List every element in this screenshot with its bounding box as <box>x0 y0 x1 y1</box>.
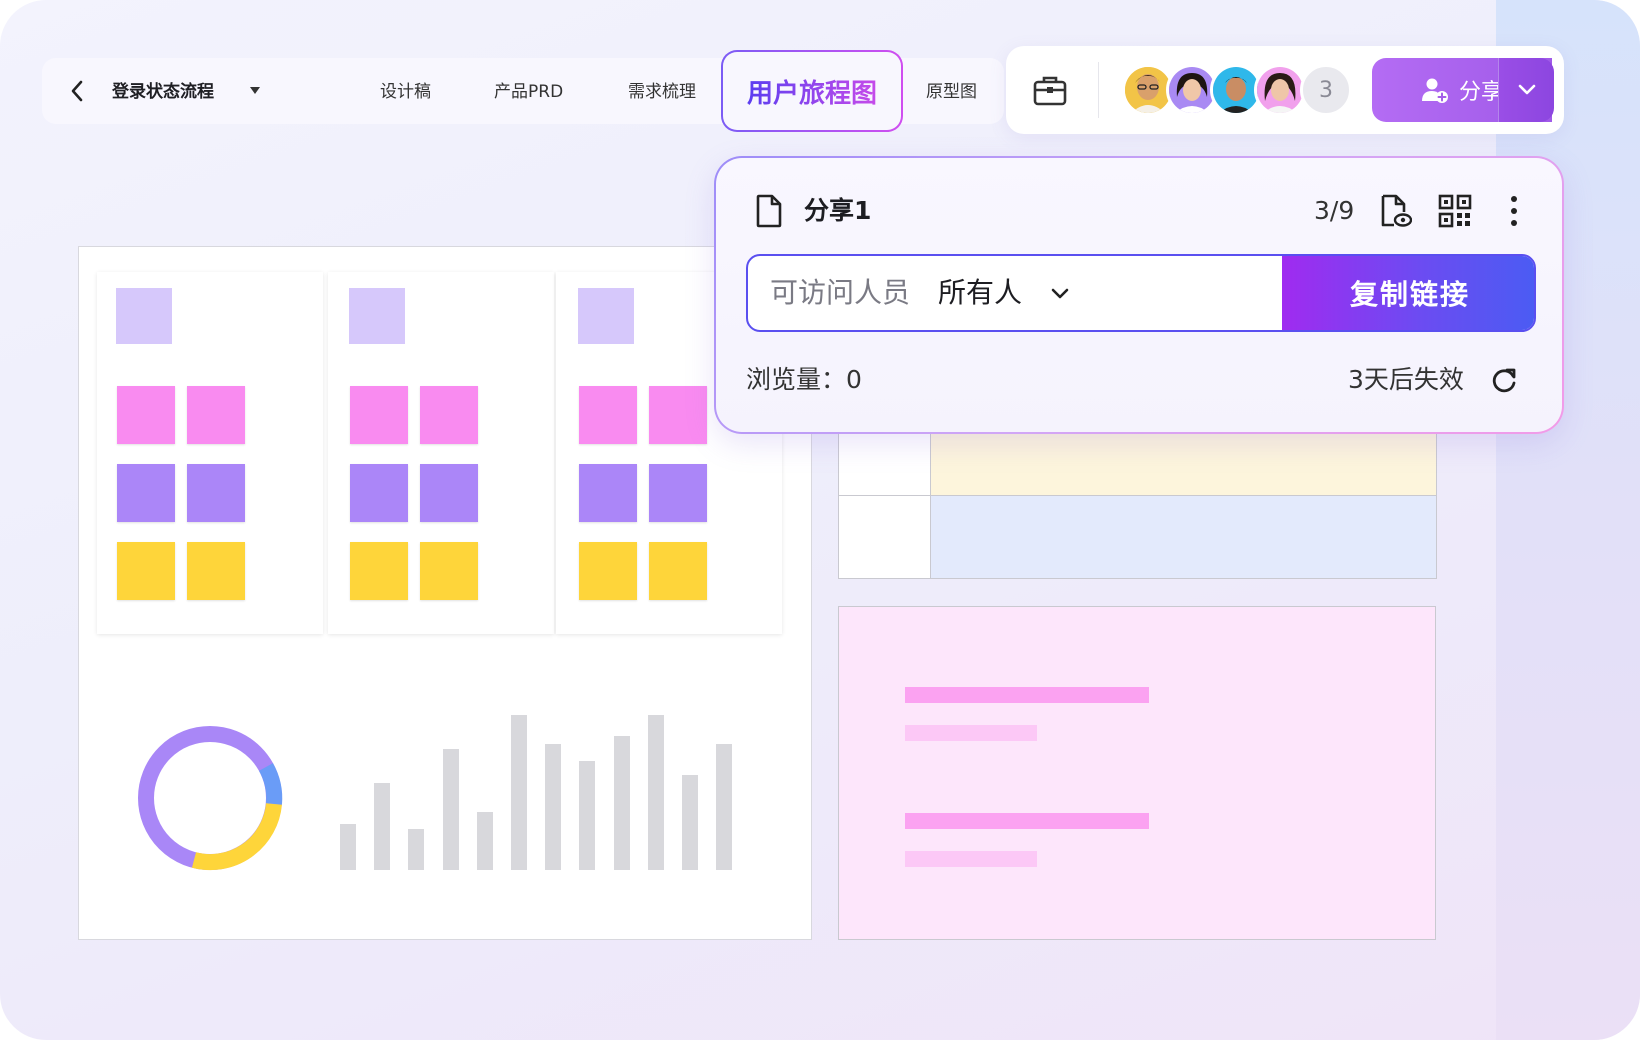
sticky-note[interactable] <box>117 542 175 600</box>
chevron-down-icon <box>1518 84 1535 95</box>
donut-segment-blue <box>258 763 283 805</box>
sticky-note[interactable] <box>350 386 408 444</box>
toolbar-divider <box>1098 62 1099 118</box>
sticky-note[interactable] <box>349 288 405 344</box>
sticky-note[interactable] <box>350 542 408 600</box>
tab-prd[interactable]: 产品PRD <box>494 78 563 106</box>
sticky-note[interactable] <box>649 464 707 522</box>
share-count: 3/9 <box>1314 196 1355 225</box>
bar <box>340 824 356 870</box>
share-title[interactable]: 分享1 <box>804 194 871 228</box>
text-line-placeholder <box>905 851 1037 867</box>
bar <box>579 761 595 870</box>
copy-link-button[interactable]: 复制链接 <box>1282 256 1534 330</box>
bar <box>443 749 459 870</box>
share-button-label: 分享 <box>1458 80 1503 105</box>
tab-design[interactable]: 设计稿 <box>380 78 431 106</box>
avatar[interactable] <box>1254 64 1306 116</box>
sticky-note[interactable] <box>350 464 408 522</box>
sticky-note[interactable] <box>420 386 478 444</box>
view-count: 浏览量：0 <box>746 365 862 394</box>
bar <box>716 744 732 870</box>
chevron-left-icon <box>71 80 83 102</box>
sticky-note[interactable] <box>187 542 245 600</box>
text-line-placeholder <box>905 725 1037 741</box>
sticky-note[interactable] <box>649 386 707 444</box>
bar <box>614 736 630 870</box>
donut-segment-yellow <box>191 802 282 871</box>
sticky-note[interactable] <box>116 288 172 344</box>
share-options-dropdown[interactable] <box>1498 58 1554 122</box>
access-label: 可访问人员 <box>770 276 911 309</box>
sticky-note[interactable] <box>579 464 637 522</box>
sticky-note[interactable] <box>187 386 245 444</box>
table-shape[interactable] <box>838 410 1437 579</box>
document-icon <box>756 194 782 228</box>
add-user-icon <box>1421 78 1448 103</box>
chevron-down-icon[interactable] <box>1048 282 1072 306</box>
caret-down-icon[interactable] <box>250 87 260 94</box>
sticky-note[interactable] <box>187 464 245 522</box>
expire-text: 3天后失效 <box>1348 365 1464 394</box>
bar-chart-shape[interactable] <box>330 700 740 870</box>
sticky-note[interactable] <box>579 386 637 444</box>
refresh-icon[interactable] <box>1490 366 1518 394</box>
bar <box>648 715 664 870</box>
bar <box>374 783 390 870</box>
tab-prototype[interactable]: 原型图 <box>926 78 977 106</box>
share-popup: 分享1 3/9 可访问人员 所有人 复制链接 浏览量：0 3天后失效 <box>714 156 1564 434</box>
bar <box>477 812 493 870</box>
bar <box>545 744 561 870</box>
access-value-select[interactable]: 所有人 <box>938 256 1022 330</box>
bar <box>511 715 527 870</box>
briefcase-icon[interactable] <box>1032 72 1068 108</box>
table-cell <box>930 495 1437 579</box>
sticky-note[interactable] <box>649 542 707 600</box>
preview-document-icon[interactable] <box>1378 194 1412 228</box>
sticky-note[interactable] <box>420 542 478 600</box>
donut-chart-shape[interactable] <box>134 722 286 874</box>
document-title[interactable]: 登录状态流程 <box>112 78 214 106</box>
sticky-note[interactable] <box>579 542 637 600</box>
sticky-note[interactable] <box>420 464 478 522</box>
more-collaborators-count[interactable]: 3 <box>1300 64 1352 116</box>
text-card-shape[interactable] <box>838 606 1436 940</box>
table-cell <box>838 495 931 579</box>
app-frame: 登录状态流程 设计稿 产品PRD 需求梳理 用户旅程图 原型图 3 分享 分享1… <box>0 0 1640 1040</box>
tab-user-journey-label: 用户旅程图 <box>747 73 877 110</box>
text-line-placeholder <box>905 687 1149 703</box>
text-line-placeholder <box>905 813 1149 829</box>
back-button[interactable] <box>66 76 88 106</box>
tab-requirements[interactable]: 需求梳理 <box>628 78 696 106</box>
bar <box>408 829 424 870</box>
bar <box>682 775 698 870</box>
sticky-note[interactable] <box>117 386 175 444</box>
qr-code-icon[interactable] <box>1438 194 1472 228</box>
sticky-note[interactable] <box>578 288 634 344</box>
tab-user-journey[interactable]: 用户旅程图 <box>721 50 903 132</box>
more-vertical-icon[interactable] <box>1504 194 1524 228</box>
access-permission-field[interactable]: 可访问人员 所有人 复制链接 <box>746 254 1536 332</box>
sticky-note[interactable] <box>117 464 175 522</box>
